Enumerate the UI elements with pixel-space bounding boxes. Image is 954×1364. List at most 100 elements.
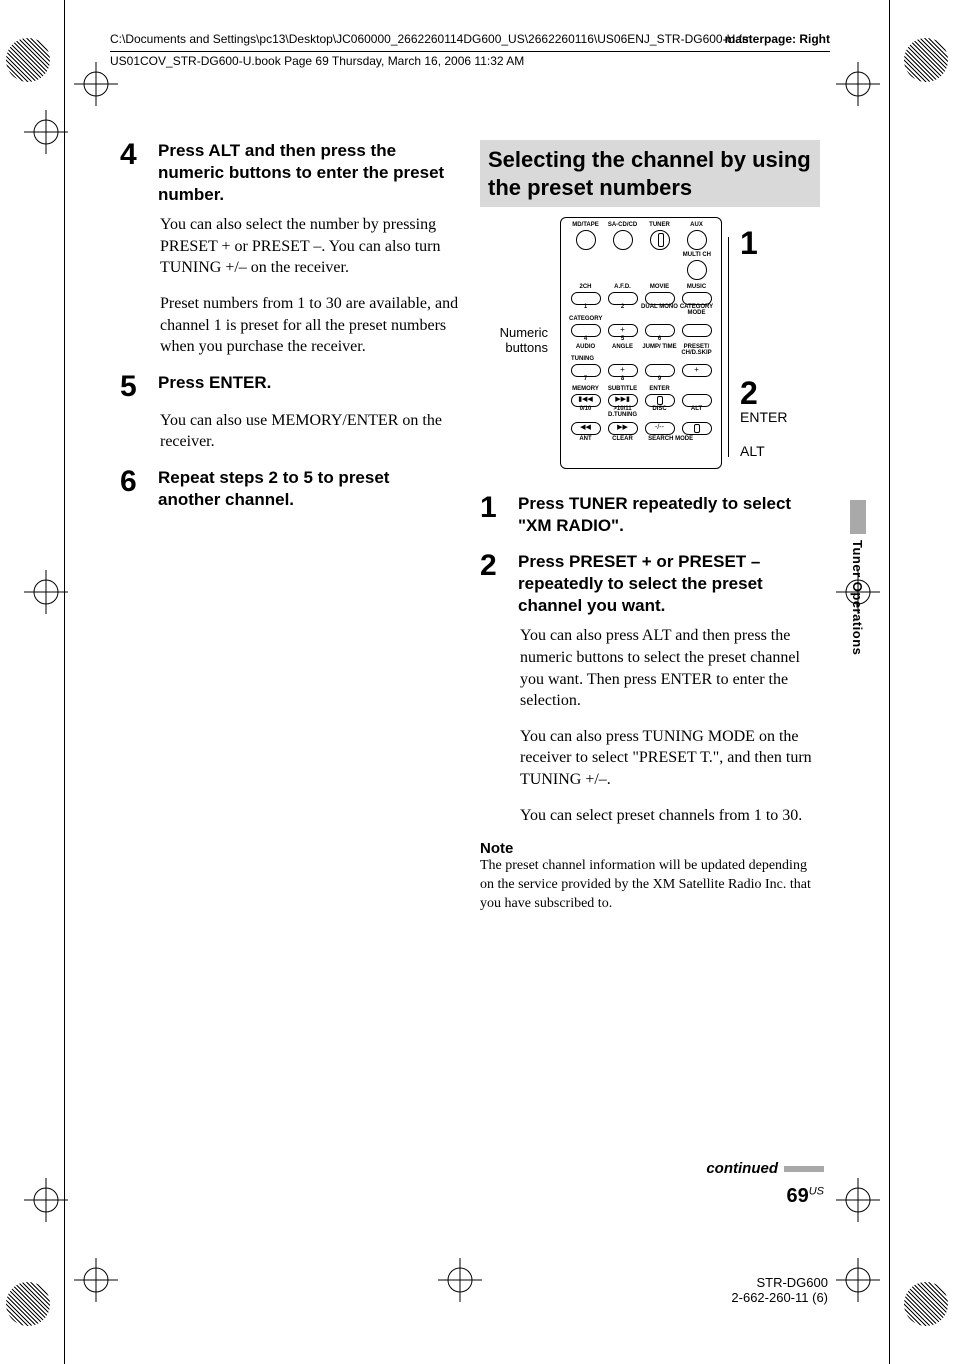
remote-sublabel: 9 bbox=[641, 376, 678, 382]
remote-label: DISC bbox=[641, 406, 678, 418]
callout-enter: ENTER bbox=[740, 409, 787, 425]
step-paragraph: You can also use MEMORY/ENTER on the rec… bbox=[160, 410, 460, 453]
remote-label: ALT bbox=[678, 406, 715, 418]
registration-mark bbox=[836, 1178, 880, 1222]
remote-label: JUMP/ TIME bbox=[641, 344, 678, 356]
side-tab-marker bbox=[850, 500, 866, 534]
book-info-line: US01COV_STR-DG600-U.book Page 69 Thursda… bbox=[110, 51, 830, 69]
remote-button bbox=[613, 230, 633, 250]
page: C:\Documents and Settings\pc13\Desktop\J… bbox=[0, 0, 954, 1364]
remote-label: MD/TAPE bbox=[567, 222, 604, 228]
registration-hatched bbox=[904, 1282, 948, 1326]
remote-label bbox=[678, 386, 715, 392]
remote-button bbox=[682, 422, 712, 435]
remote-label: CATEGORY MODE bbox=[678, 304, 715, 316]
remote-outline: MD/TAPE SA-CD/CD TUNER AUX MULTI CH bbox=[560, 217, 722, 469]
left-column: 4 Press ALT and then press the numeric b… bbox=[120, 140, 460, 525]
registration-mark bbox=[836, 1258, 880, 1302]
remote-label: ANT bbox=[567, 436, 604, 442]
right-column: Selecting the channel by using the prese… bbox=[480, 140, 820, 914]
remote-label: TUNER bbox=[641, 222, 678, 228]
remote-label: MULTI CH bbox=[683, 252, 711, 258]
step-5: 5 Press ENTER. You can also use MEMORY/E… bbox=[120, 372, 460, 453]
remote-button: -/-- bbox=[645, 422, 675, 435]
frame-header: C:\Documents and Settings\pc13\Desktop\J… bbox=[110, 32, 830, 69]
remote-sublabel: 7 bbox=[567, 376, 604, 382]
remote-label: A.F.D. bbox=[604, 284, 641, 290]
remote-sublabel: 6 bbox=[641, 336, 678, 342]
remote-label: SUBTITLE bbox=[604, 386, 641, 392]
remote-label: ANGLE bbox=[604, 344, 641, 356]
remote-label: AUX bbox=[678, 222, 715, 228]
footer-number: 2-662-260-11 (6) bbox=[731, 1290, 828, 1305]
remote-button bbox=[687, 230, 707, 250]
step-title: Press TUNER repeatedly to select "XM RAD… bbox=[518, 493, 808, 537]
page-number: 69US bbox=[786, 1185, 824, 1208]
callout-numeric-buttons: Numeric buttons bbox=[478, 325, 548, 355]
step-paragraph: You can also select the number by pressi… bbox=[160, 214, 460, 279]
step-title: Press ALT and then press the numeric but… bbox=[158, 140, 448, 206]
step-number: 1 bbox=[480, 493, 514, 523]
registration-mark bbox=[24, 110, 68, 154]
remote-label: MEMORY bbox=[567, 386, 604, 392]
step-paragraph: You can also press TUNING MODE on the re… bbox=[520, 726, 820, 791]
remote-label: CLEAR bbox=[604, 436, 641, 442]
callout-2: 2 bbox=[740, 375, 758, 412]
crop-line bbox=[889, 0, 890, 1364]
step-number: 2 bbox=[480, 551, 514, 581]
right-step-1: 1 Press TUNER repeatedly to select "XM R… bbox=[480, 493, 820, 537]
file-path: C:\Documents and Settings\pc13\Desktop\J… bbox=[110, 32, 830, 47]
remote-label: 0/10 bbox=[567, 406, 604, 418]
registration-mark bbox=[24, 1178, 68, 1222]
masterpage-label: masterpage: Right bbox=[725, 32, 830, 47]
remote-button: ◀◀ bbox=[571, 422, 601, 435]
step-number: 4 bbox=[120, 140, 154, 170]
step-number: 6 bbox=[120, 467, 154, 497]
continued-label: continued bbox=[706, 1160, 824, 1177]
registration-mark bbox=[836, 62, 880, 106]
content-area: 4 Press ALT and then press the numeric b… bbox=[120, 140, 820, 914]
remote-label: ENTER bbox=[641, 386, 678, 392]
remote-label: 2CH bbox=[567, 284, 604, 290]
step-title: Press ENTER. bbox=[158, 372, 448, 394]
registration-mark bbox=[74, 1258, 118, 1302]
remote-label: SEARCH MODE bbox=[641, 436, 700, 442]
footer-serial: STR-DG600 2-662-260-11 (6) bbox=[731, 1275, 828, 1305]
crop-line bbox=[64, 0, 65, 1364]
callout-1: 1 bbox=[740, 225, 758, 262]
remote-label: MOVIE bbox=[641, 284, 678, 290]
registration-mark bbox=[24, 570, 68, 614]
remote-sublabel: 5 bbox=[604, 336, 641, 342]
step-6: 6 Repeat steps 2 to 5 to preset another … bbox=[120, 467, 460, 511]
step-title: Repeat steps 2 to 5 to preset another ch… bbox=[158, 467, 448, 511]
registration-hatched bbox=[904, 38, 948, 82]
note-paragraph: The preset channel information will be u… bbox=[480, 857, 820, 914]
remote-sublabel: 8 bbox=[604, 376, 641, 382]
remote-sublabel bbox=[678, 376, 715, 382]
remote-label bbox=[700, 436, 715, 442]
step-number: 5 bbox=[120, 372, 154, 402]
remote-button: ▶▶ bbox=[608, 422, 638, 435]
remote-button bbox=[650, 230, 670, 250]
remote-label: DUAL MONO bbox=[641, 304, 678, 316]
registration-hatched bbox=[6, 38, 50, 82]
registration-mark bbox=[438, 1258, 482, 1302]
note-heading: Note bbox=[480, 840, 820, 857]
remote-label: MUSIC bbox=[678, 284, 715, 290]
step-paragraph: Preset numbers from 1 to 30 are availabl… bbox=[160, 293, 460, 358]
section-heading: Selecting the channel by using the prese… bbox=[480, 140, 820, 207]
remote-label: >10/11 D.TUNING bbox=[604, 406, 641, 418]
remote-label: AUDIO bbox=[567, 344, 604, 356]
remote-label: TUNING bbox=[571, 356, 594, 362]
remote-sublabel: 4 bbox=[567, 336, 604, 342]
remote-label: CATEGORY bbox=[569, 316, 602, 322]
remote-diagram: Numeric buttons 1 2 ENTER ALT MD/TAPE SA… bbox=[480, 217, 820, 477]
step-paragraph: You can select preset channels from 1 to… bbox=[520, 805, 820, 827]
diagram-leader-line bbox=[728, 237, 729, 457]
right-step-2: 2 Press PRESET + or PRESET – repeatedly … bbox=[480, 551, 820, 826]
step-4: 4 Press ALT and then press the numeric b… bbox=[120, 140, 460, 358]
remote-label: SA-CD/CD bbox=[604, 222, 641, 228]
callout-alt: ALT bbox=[740, 443, 765, 459]
page-number-suffix: US bbox=[809, 1185, 824, 1197]
step-title: Press PRESET + or PRESET – repeatedly to… bbox=[518, 551, 808, 617]
